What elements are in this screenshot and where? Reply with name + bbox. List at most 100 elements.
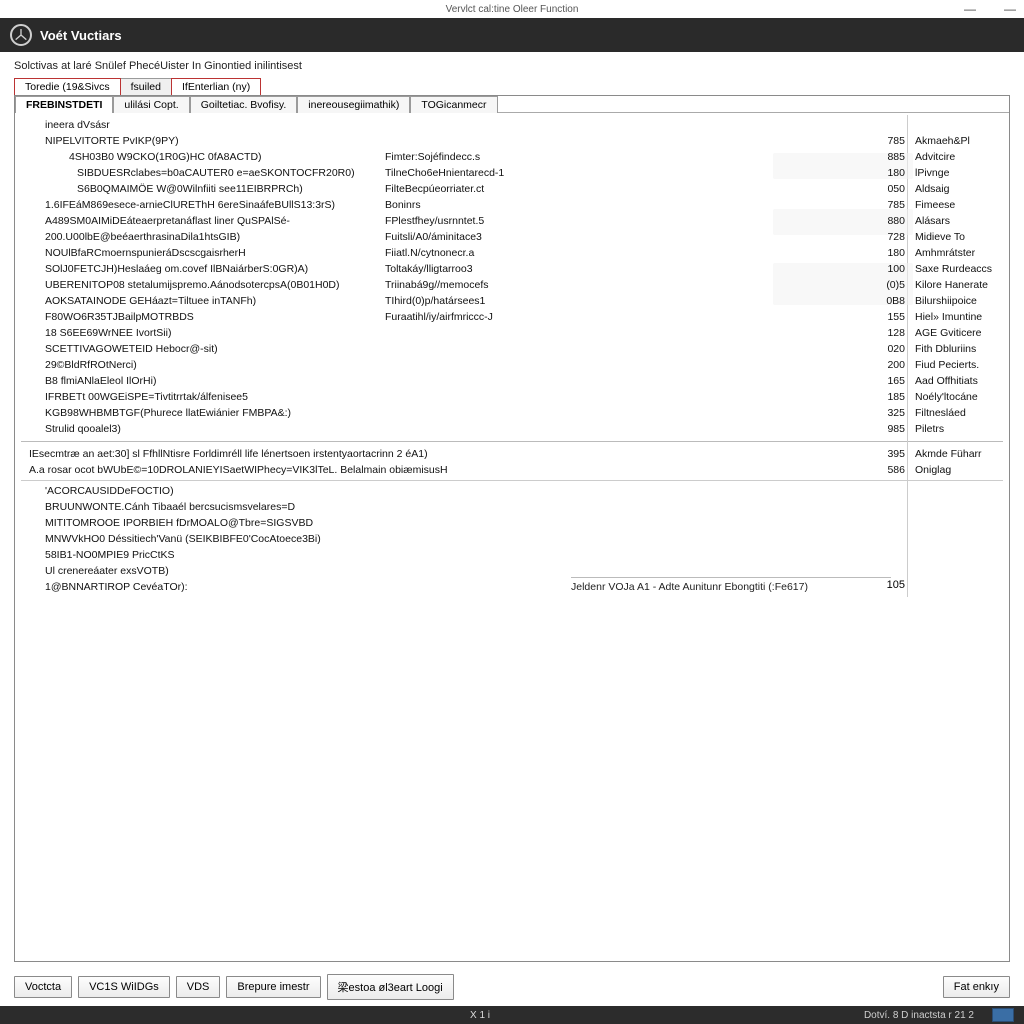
- row-value: 586: [877, 464, 905, 476]
- annotation-label: Jeldenr VOJa A1 - Adte Aunitunr Ebongtit…: [571, 581, 808, 593]
- status-bar: X 1 i Dotví. 8 D inactsta r 21 2: [0, 1006, 1024, 1024]
- outer-tab-0[interactable]: Toredie (19&Sivcs: [14, 78, 121, 95]
- row-label: IEsecmtræ an aet:30] sl FfhllNtisre Forl…: [29, 448, 428, 460]
- btn-fat-enky[interactable]: Fat enkıy: [943, 976, 1010, 998]
- tree-row[interactable]: IFRBETt 00WGEiSPE=Tivtitrrtak/álfenisee5…: [21, 389, 1003, 405]
- row-value: (0)5: [877, 279, 905, 291]
- btn-brepure[interactable]: Brepure imestr: [226, 976, 320, 998]
- row-value: 325: [877, 407, 905, 419]
- row-col2: Boninrs: [385, 199, 421, 211]
- tree-row[interactable]: MITITOMROOE IPORBIEH fDrMOALO@Tbre=SIGSV…: [21, 515, 1003, 531]
- row-label: 4SH03B0 W9CKO(1R0G)HC 0fA8ACTD): [69, 151, 262, 163]
- row-label: UBERENITOP08 stetalumijspremo.Aánodsoter…: [45, 279, 340, 291]
- row-col2: TIhird(0)p/határsees1: [385, 295, 485, 307]
- row-label: A.a rosar ocot bWUbE©=10DROLANIEYISaetWI…: [29, 464, 448, 476]
- tree-area: ineera dVsásrNIPELVITORTE PvIKP(9PY)785A…: [15, 113, 1009, 961]
- outer-tab-1[interactable]: fsuiled: [120, 78, 172, 95]
- row-label: S6B0QMAIMÖE W@0Wilnfiiti see11EIBRPRCh): [77, 183, 303, 195]
- tree-row[interactable]: F80WO6R35TJBailpMOTRBDSFuraatihl/iy/airf…: [21, 309, 1003, 325]
- tree-row[interactable]: IEsecmtræ an aet:30] sl FfhllNtisre Forl…: [21, 446, 1003, 462]
- btn-vc1s[interactable]: VC1S WiIDGs: [78, 976, 170, 998]
- btn-vds[interactable]: VDS: [176, 976, 221, 998]
- row-value: 185: [877, 391, 905, 403]
- tree-row[interactable]: A.a rosar ocot bWUbE©=10DROLANIEYISaetWI…: [21, 462, 1003, 478]
- tree-row[interactable]: KGB98WHBMBTGF(Phurece llatEwiánier FMBPA…: [21, 405, 1003, 421]
- column-separator: [907, 115, 908, 597]
- tree-row[interactable]: NIPELVITORTE PvIKP(9PY)785Akmaeh&Pl: [21, 133, 1003, 149]
- tree-row[interactable]: MNWVkHO0 Déssitiech'Vanü (SEIKBIBFE0'Coc…: [21, 531, 1003, 547]
- row-value: 155: [877, 311, 905, 323]
- btn-voctcta[interactable]: Voctcta: [14, 976, 72, 998]
- row-label: 18 S6EE69WrNEE IvortSii): [45, 327, 171, 339]
- annotation-value: 105: [877, 579, 905, 591]
- taskbar-dock-icon[interactable]: [992, 1008, 1014, 1022]
- inner-tab-0[interactable]: FREBINSTDETI: [15, 96, 113, 113]
- row-label: 'ACORCAUSIDDeFOCTIO): [45, 485, 174, 497]
- inner-tab-2[interactable]: Goiltetiac. Bvofisy.: [190, 96, 298, 113]
- row-label: F80WO6R35TJBailpMOTRBDS: [45, 311, 194, 323]
- row-category: Amhmrátster: [915, 247, 975, 259]
- row-col2: FPlestfhey/usrnntet.5: [385, 215, 484, 227]
- row-label: KGB98WHBMBTGF(Phurece llatEwiánier FMBPA…: [45, 407, 291, 419]
- tree-row[interactable]: 58IB1-NO0MPIE9 PricCtKS: [21, 547, 1003, 563]
- minimize-icon[interactable]: —: [964, 2, 976, 16]
- row-category: Alásars: [915, 215, 950, 227]
- tree-scroll[interactable]: ineera dVsásrNIPELVITORTE PvIKP(9PY)785A…: [15, 113, 1009, 599]
- tree-row[interactable]: SCETTIVAGOWETEID Hebocr@-sit) 020 Fith Dbl…: [21, 341, 1003, 357]
- outer-tab-strip: Toredie (19&Sivcs fsuiled IfEnterlian (n…: [0, 78, 1024, 95]
- tree-row[interactable]: NOUlBfaRCmoernspunieráDscscgaisrherH Fiia…: [21, 245, 1003, 261]
- btn-reset-log[interactable]: 梁estoa øl3eart Loogi: [327, 974, 454, 1000]
- inner-tab-4[interactable]: TOGicanmecr: [410, 96, 497, 113]
- row-col2: Triinabá9g//memocefs: [385, 279, 489, 291]
- app-window: Vervlct cal:tine Oleer Function — — Voét…: [0, 0, 1024, 1024]
- row-label: 58IB1-NO0MPIE9 PricCtKS: [45, 549, 175, 561]
- row-col2: TilneCho6eHnientarecd-1: [385, 167, 504, 179]
- tree-row[interactable]: Strulid qooalel3)985Piletrs: [21, 421, 1003, 437]
- row-value: 020: [877, 343, 905, 355]
- row-category: AGE Gviticere: [915, 327, 982, 339]
- row-value: 880: [877, 215, 905, 227]
- row-category: Fimeese: [915, 199, 955, 211]
- row-category: Fith Dbluriins: [915, 343, 976, 355]
- close-icon[interactable]: —: [1004, 2, 1016, 16]
- inner-tab-1[interactable]: ulilási Copt.: [113, 96, 189, 113]
- brand-title: Voét Vuctiars: [40, 28, 122, 43]
- row-label: 200.U00lbE@beéaerthrasinaDila1htsGIB): [45, 231, 240, 243]
- tree-row[interactable]: 'ACORCAUSIDDeFOCTIO): [21, 483, 1003, 499]
- row-label: AOKSATAINODE GEHáazt=Tiltuee inTANFh): [45, 295, 256, 307]
- inner-tab-3[interactable]: inereousegiimathik): [297, 96, 410, 113]
- row-category: Filtnesláed: [915, 407, 966, 419]
- row-value: 180: [877, 167, 905, 179]
- tree-row[interactable]: 29©BldRfROtNerci)200Fiud Pecierts.: [21, 357, 1003, 373]
- row-category: Aad Offhitiats: [915, 375, 978, 387]
- row-category: Advitcire: [915, 151, 955, 163]
- page-subheader: Solctivas at laré Snülef PhecéUister In …: [0, 52, 1024, 76]
- row-label: Ul crenereáater exsVOTB): [45, 565, 169, 577]
- row-col2: FilteBecpúeorriater.ct: [385, 183, 484, 195]
- tree-row[interactable]: BRUUNWONTE.Cánh Tibaaél bercsucismsvelar…: [21, 499, 1003, 515]
- row-category: Bilurshiipoice: [915, 295, 977, 307]
- outer-tab-2[interactable]: IfEnterlian (ny): [171, 78, 261, 95]
- row-label: SCETTIVAGOWETEID Hebocr@-sit): [45, 343, 218, 355]
- row-category: Saxe Rurdeaccs: [915, 263, 992, 275]
- row-category: Piletrs: [915, 423, 944, 435]
- section-divider: [21, 441, 1003, 442]
- row-value: 785: [877, 135, 905, 147]
- row-value: 395: [877, 448, 905, 460]
- row-annotation: Jeldenr VOJa A1 - Adte Aunitunr Ebongtit…: [571, 577, 891, 593]
- row-value: 785: [877, 199, 905, 211]
- row-label: IFRBETt 00WGEiSPE=Tivtitrrtak/álfenisee5: [45, 391, 248, 403]
- row-category: Noély'ltocáne: [915, 391, 978, 403]
- tree-row[interactable]: S6B0QMAIMÖE W@0Wilnfiiti see11EIBRPRCh) F…: [21, 181, 1003, 197]
- row-col2: Fiiatl.N/cytnonecr.a: [385, 247, 474, 259]
- row-category: Fiud Pecierts.: [915, 359, 979, 371]
- row-category: Akmde Füharr: [915, 448, 982, 460]
- row-category: Oniglag: [915, 464, 951, 476]
- row-label: NOUlBfaRCmoernspunieráDscscgaisrherH: [45, 247, 246, 259]
- tree-row[interactable]: 18 S6EE69WrNEE IvortSii)128AGE Gviticere: [21, 325, 1003, 341]
- row-label: 29©BldRfROtNerci): [45, 359, 137, 371]
- row-value: 0B8: [877, 295, 905, 307]
- tree-row[interactable]: ineera dVsásr: [21, 117, 1003, 133]
- tree-row[interactable]: B8 flmiANlaEleol IlOrHi)165Aad Offhitiat…: [21, 373, 1003, 389]
- button-bar: Voctcta VC1S WiIDGs VDS Brepure imestr 梁…: [0, 968, 1024, 1006]
